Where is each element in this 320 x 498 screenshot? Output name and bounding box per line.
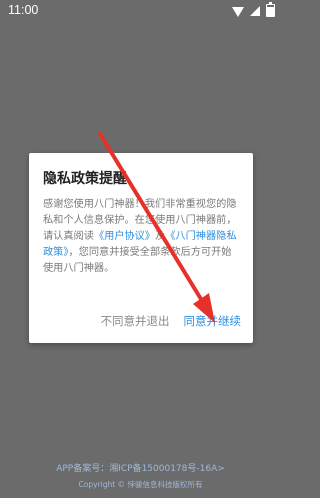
dialog-title: 隐私政策提醒	[43, 171, 127, 187]
cellular-signal-icon	[250, 5, 260, 16]
status-icons	[232, 2, 275, 17]
dialog-body: 感谢您使用八门神器！我们非常重视您的隐私和个人信息保护。在您使用八门神器前，请认…	[43, 197, 241, 277]
status-bar: 11:00	[0, 0, 281, 20]
body-text-after: ，您同意并接受全部条款后方可开始使用八门神器。	[43, 247, 232, 274]
body-text-and: 及	[155, 231, 166, 242]
wifi-icon	[232, 6, 244, 17]
user-agreement-link[interactable]: 《用户协议》	[94, 231, 155, 242]
agree-continue-button[interactable]: 同意并继续	[184, 313, 242, 329]
battery-icon	[266, 2, 275, 17]
dialog-actions: 不同意并退出 同意并继续	[101, 313, 242, 329]
status-time: 11:00	[8, 3, 39, 17]
privacy-dialog: 隐私政策提醒 感谢您使用八门神器！我们非常重视您的隐私和个人信息保护。在您使用八…	[29, 153, 253, 343]
copyright-text: Copyright © 悖骏信息科技版权所有	[78, 480, 203, 489]
icp-filing-link[interactable]: APP备案号：湘ICP备15000178号-16A>	[0, 461, 281, 474]
disagree-exit-button[interactable]: 不同意并退出	[101, 313, 170, 329]
